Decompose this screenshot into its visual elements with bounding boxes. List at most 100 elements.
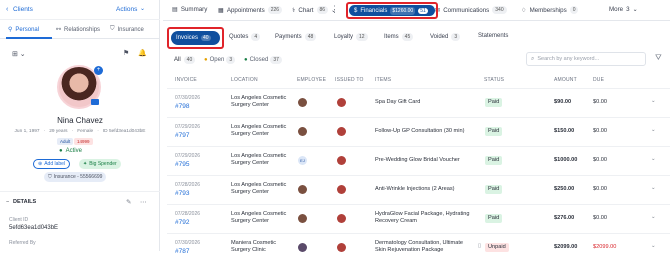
- employee-avatar: EJ: [298, 156, 307, 165]
- col-due[interactable]: DUE: [593, 77, 604, 83]
- client-name: Nina Chavez: [57, 116, 103, 125]
- status-badge: Paid: [485, 156, 503, 165]
- location: Los Angeles Cosmetic Surgery Center: [231, 211, 287, 224]
- client-id-value: 5efd63ea1d043bE: [9, 225, 59, 231]
- nav-summary[interactable]: ▤ Summary: [172, 6, 207, 13]
- search-input[interactable]: ⌕ Search by any keyword...: [526, 52, 646, 66]
- subtab-invoices[interactable]: Invoices 40: [167, 27, 224, 49]
- referred-by-label: Referred By: [9, 240, 36, 246]
- more-vertical-icon[interactable]: ⋮: [330, 4, 339, 15]
- details-heading: DETAILS: [13, 199, 37, 205]
- amount: $250.00: [554, 186, 575, 192]
- client-avatar: [337, 156, 346, 165]
- client-sidebar: ‹ Clients Actions ⌄ ⚲ Personal ⚯ Relations…: [0, 0, 160, 251]
- more-icon[interactable]: ⋯: [140, 198, 147, 206]
- col-location[interactable]: LOCATION: [231, 77, 258, 83]
- flag-icon[interactable]: ⚑: [123, 49, 129, 57]
- invoice-number[interactable]: #798: [175, 103, 189, 110]
- client-id-label: Client ID: [9, 217, 29, 223]
- status-badge: Paid: [485, 185, 503, 194]
- back-icon[interactable]: ‹: [6, 6, 8, 13]
- chevron-down-icon: ⌄: [632, 6, 638, 13]
- chevron-down-icon[interactable]: ⌄: [140, 5, 145, 12]
- shield-icon: ⛉: [48, 174, 52, 180]
- due: $0.00: [593, 186, 607, 192]
- dot-icon: ●: [59, 148, 63, 154]
- invoice-number[interactable]: #792: [175, 219, 189, 226]
- amount: $1000.00: [554, 157, 578, 163]
- col-status[interactable]: STATUS: [484, 77, 504, 83]
- location: Los Angeles Cosmetic Surgery Center: [231, 182, 287, 195]
- invoice-date: 07/28/2026: [175, 182, 201, 188]
- table-row[interactable]: 07/28/2026 #793 Los Angeles Cosmetic Sur…: [167, 175, 670, 204]
- location: Los Angeles Cosmetic Surgery Center: [231, 153, 287, 166]
- chevron-down-icon[interactable]: ⌄: [651, 98, 656, 105]
- chevron-down-icon[interactable]: ⌄: [651, 214, 656, 221]
- grid-view-icon[interactable]: ⊞ ⌄: [12, 50, 26, 58]
- people-icon: ⚯: [56, 27, 62, 33]
- table-row[interactable]: 07/30/2026 #798 Los Angeles Cosmetic Sur…: [167, 88, 670, 117]
- col-items[interactable]: ITEMS: [375, 77, 391, 83]
- subtab-statements[interactable]: Statements: [478, 33, 508, 39]
- nav-appointments[interactable]: ▦ Appointments 226: [218, 6, 283, 14]
- invoice-number[interactable]: #795: [175, 161, 189, 168]
- table-row[interactable]: 07/30/2026 #787 Maniera Cosmetic Surgery…: [167, 233, 670, 262]
- items: Follow-Up GP Consultation (30 min): [375, 128, 465, 134]
- nav-financials[interactable]: $ Financials $1260.00 51: [346, 2, 438, 19]
- edit-avatar-icon[interactable]: +: [94, 66, 103, 75]
- location: Los Angeles Cosmetic Surgery Center: [231, 124, 287, 137]
- age-badge: Adult: [57, 138, 74, 145]
- summary-icon: ▤: [172, 6, 178, 13]
- dot-icon: ●: [204, 57, 208, 63]
- edit-icon[interactable]: ✎: [126, 198, 131, 206]
- add-label-button[interactable]: ⊕ Add label: [33, 159, 71, 169]
- bell-icon[interactable]: 🔔: [138, 49, 147, 57]
- clients-link[interactable]: Clients: [13, 6, 33, 13]
- collapse-icon[interactable]: −: [6, 199, 9, 205]
- table-row[interactable]: 07/29/2026 #797 Los Angeles Cosmetic Sur…: [167, 117, 670, 146]
- tab-personal[interactable]: ⚲ Personal: [8, 26, 39, 34]
- chevron-down-icon[interactable]: ⌄: [651, 185, 656, 192]
- invoice-date: 07/30/2026: [175, 240, 201, 246]
- col-amount[interactable]: AMOUNT: [554, 77, 577, 83]
- table-row[interactable]: 07/29/2026 #795 Los Angeles Cosmetic Sur…: [167, 146, 670, 175]
- nav-memberships[interactable]: ♢ Memberships 0: [521, 6, 579, 14]
- client-avatar: [337, 185, 346, 194]
- due: $0.00: [593, 128, 607, 134]
- filter-icon[interactable]: ⛛: [655, 53, 662, 63]
- tab-relationships[interactable]: ⚯ Relationships: [56, 26, 100, 34]
- invoice-date: 07/28/2026: [175, 211, 201, 217]
- col-issued-to[interactable]: ISSUED TO: [335, 77, 364, 83]
- chevron-down-icon[interactable]: ⌄: [651, 243, 656, 250]
- amount: $150.00: [554, 128, 575, 134]
- subtab-loyalty[interactable]: Loyalty 12: [334, 33, 368, 41]
- chevron-down-icon[interactable]: ⌄: [651, 127, 656, 134]
- nav-communications[interactable]: ✉ Communications 340: [435, 6, 507, 14]
- id-card-icon: [91, 99, 99, 105]
- chart-icon: ⚕: [292, 6, 296, 14]
- subtab-payments[interactable]: Payments 48: [275, 33, 317, 41]
- filter-all[interactable]: All 40: [174, 56, 196, 64]
- subtab-items[interactable]: Items 45: [384, 33, 414, 41]
- client-avatar: [337, 127, 346, 136]
- subtab-quotes[interactable]: Quotes 4: [229, 33, 261, 41]
- big-spender-tag: ✦ Big Spender: [79, 159, 121, 169]
- actions-button[interactable]: Actions: [116, 6, 137, 13]
- status-badge: ● Active: [59, 148, 82, 154]
- col-employee[interactable]: EMPLOYEE: [297, 77, 326, 83]
- invoice-number[interactable]: #797: [175, 132, 189, 139]
- insurance-tag[interactable]: ⛉ Insurance - 55566699: [44, 172, 107, 182]
- table-row[interactable]: 07/28/2026 #792 Los Angeles Cosmetic Sur…: [167, 204, 670, 233]
- invoice-number[interactable]: #793: [175, 190, 189, 197]
- tab-insurance[interactable]: ⛉ Insurance: [110, 26, 144, 33]
- filter-open[interactable]: ● Open 3: [204, 56, 236, 64]
- client-avatar: [337, 98, 346, 107]
- amount: $90.00: [554, 99, 572, 105]
- col-invoice[interactable]: INVOICE: [175, 77, 197, 83]
- filter-closed[interactable]: ● Closed 37: [244, 56, 282, 64]
- chevron-down-icon[interactable]: ⌄: [651, 156, 656, 163]
- nav-more[interactable]: More 3 ⌄: [609, 6, 638, 13]
- employee-avatar: [298, 98, 307, 107]
- subtab-voided[interactable]: Voided 3: [430, 33, 461, 41]
- invoice-number[interactable]: #787: [175, 248, 189, 255]
